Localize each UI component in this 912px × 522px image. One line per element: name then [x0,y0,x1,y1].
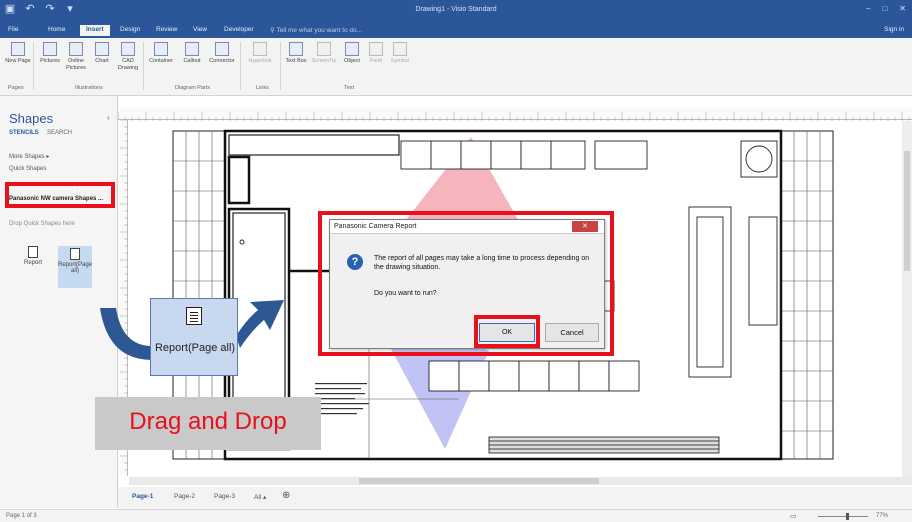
report-page-all-icon [186,307,202,325]
visio-window: ▣ ↶ ↷ ▾ Drawing1 - Visio Standard – □ ✕ … [0,0,912,522]
drag-item-label: Report(Page all) [154,342,236,354]
drag-and-drop-caption: Drag and Drop [95,397,321,450]
curved-arrow-left [100,308,152,360]
drag-and-drop-text: Drag and Drop [129,408,287,435]
curved-arrow-right [236,300,284,348]
drag-item-card: Report(Page all) [150,298,238,376]
